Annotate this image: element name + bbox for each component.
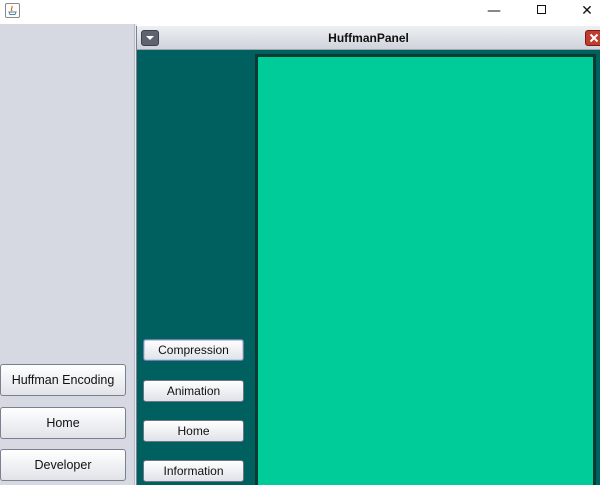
information-button[interactable]: Information [143,460,244,482]
window-titlebar: — ✕ [0,0,600,24]
close-icon [589,33,599,43]
developer-button[interactable]: Developer [0,449,126,481]
java-icon[interactable] [5,3,20,18]
drawing-canvas[interactable] [255,54,596,485]
huffman-internal-frame: HuffmanPanel Compression Animation Home … [136,26,600,485]
animation-button[interactable]: Animation [143,380,244,402]
compression-button[interactable]: Compression [143,339,244,361]
maximize-button[interactable] [518,0,564,22]
close-window-button[interactable]: ✕ [564,0,600,22]
frame-close-button[interactable] [585,30,600,46]
left-nav-panel: Huffman Encoding Home Developer [0,24,134,485]
minimize-button[interactable]: — [471,0,517,22]
maximize-icon [536,5,546,14]
home-button[interactable]: Home [0,407,126,439]
internal-frame-titlebar[interactable]: HuffmanPanel [137,26,600,50]
control-strip: Compression Animation Home Information [137,50,255,485]
huffman-encoding-button[interactable]: Huffman Encoding [0,364,126,396]
frame-title: HuffmanPanel [328,31,409,45]
inner-home-button[interactable]: Home [143,420,244,442]
